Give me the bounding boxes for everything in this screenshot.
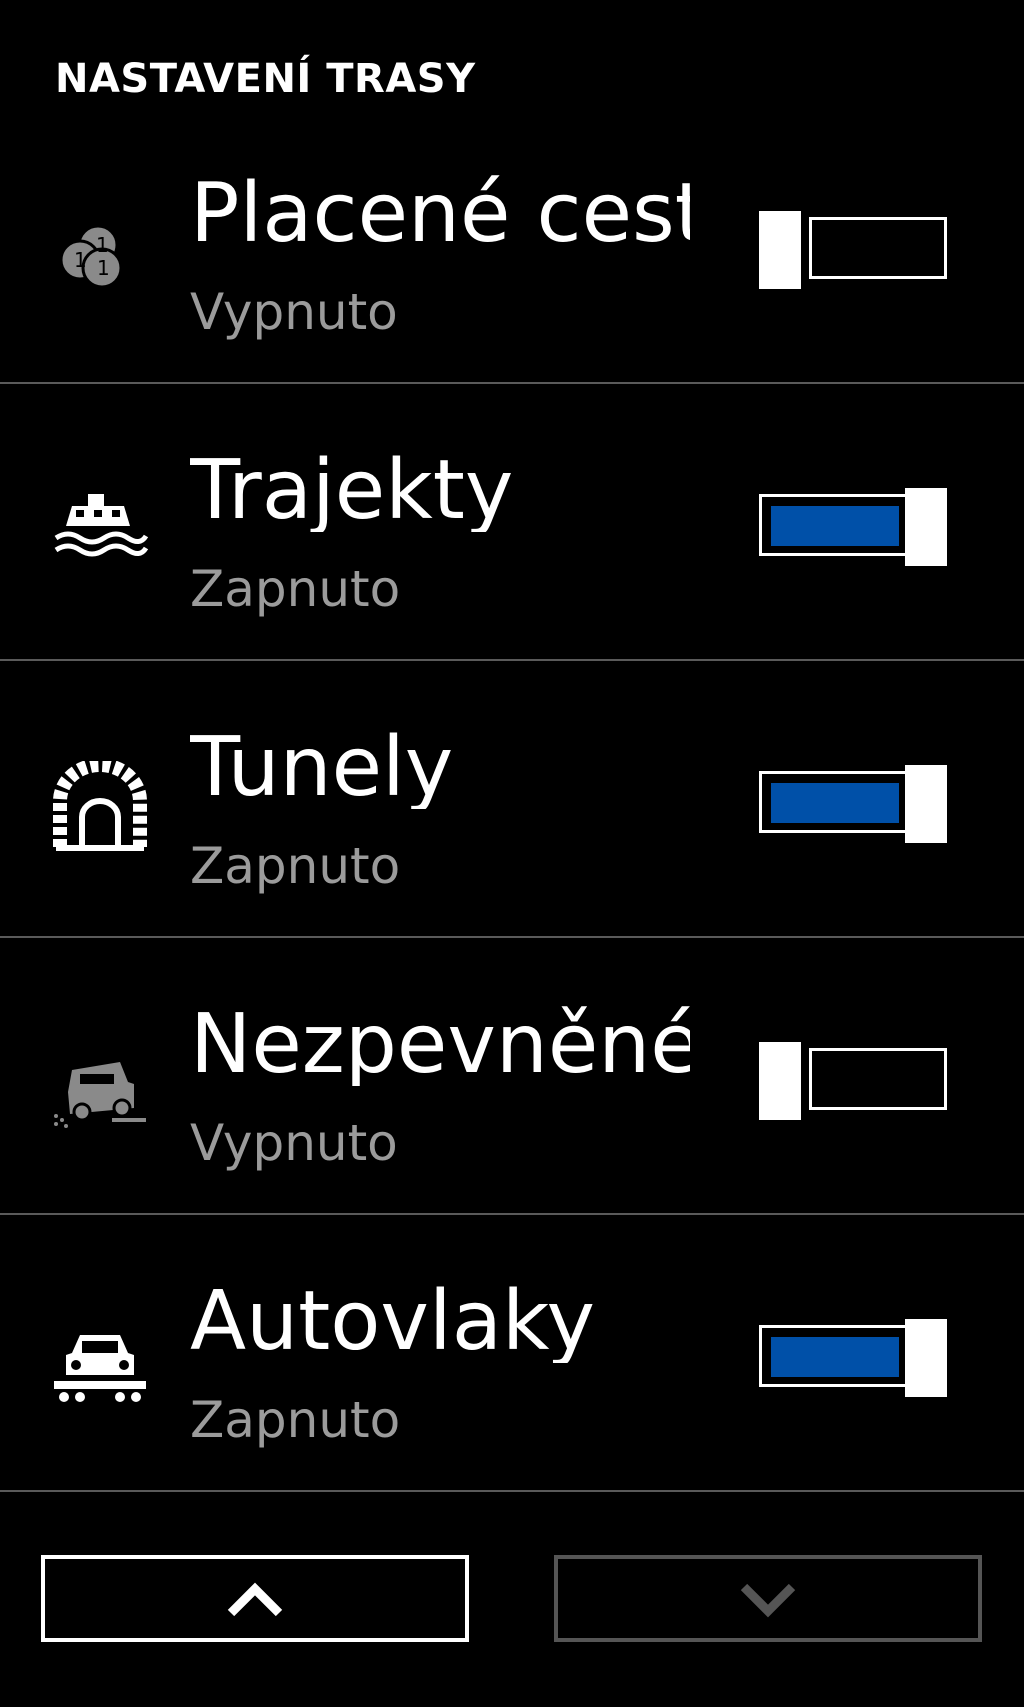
toggle-thumb[interactable] — [905, 1319, 947, 1397]
setting-title: Autovlaky — [190, 1281, 596, 1363]
setting-title: Nezpevněné — [190, 1004, 690, 1086]
svg-text:1: 1 — [74, 248, 87, 272]
toggle-thumb[interactable] — [759, 1042, 801, 1120]
toggle-thumb[interactable] — [905, 765, 947, 843]
setting-status: Zapnuto — [190, 1391, 401, 1449]
tunnel-icon — [50, 761, 150, 861]
toggle-thumb[interactable] — [759, 211, 801, 289]
unpaved-toggle[interactable] — [759, 1042, 949, 1120]
setting-title: Trajekty — [190, 450, 514, 532]
setting-status: Zapnuto — [190, 560, 401, 618]
toggle-track — [809, 1048, 947, 1110]
setting-row-toll-roads[interactable]: 1 1 1 Placené cesty Vypnuto — [0, 107, 1024, 384]
toggle-fill — [771, 506, 899, 546]
scroll-up-button[interactable] — [41, 1555, 469, 1642]
tunnels-toggle[interactable] — [759, 765, 949, 843]
setting-title: Tunely — [190, 727, 454, 809]
coins-icon: 1 1 1 — [50, 213, 150, 313]
ferries-toggle[interactable] — [759, 488, 949, 566]
toggle-fill — [771, 1337, 899, 1377]
setting-title: Placené cesty — [190, 173, 690, 255]
setting-status: Vypnuto — [190, 1114, 398, 1172]
svg-text:1: 1 — [96, 233, 109, 257]
svg-text:1: 1 — [97, 256, 110, 280]
toggle-thumb[interactable] — [905, 488, 947, 566]
setting-row-ferries[interactable]: Trajekty Zapnuto — [0, 384, 1024, 661]
car-train-icon — [50, 1319, 150, 1419]
setting-row-unpaved[interactable]: Nezpevněné Vypnuto — [0, 938, 1024, 1215]
setting-row-car-trains[interactable]: Autovlaky Zapnuto — [0, 1215, 1024, 1492]
toll-roads-toggle[interactable] — [759, 211, 949, 289]
unpaved-road-icon — [50, 1042, 150, 1142]
page-title: NASTAVENÍ TRASY — [55, 56, 476, 102]
chevron-up-icon — [227, 1582, 283, 1616]
car-trains-toggle[interactable] — [759, 1319, 949, 1397]
setting-row-tunnels[interactable]: Tunely Zapnuto — [0, 661, 1024, 938]
setting-status: Zapnuto — [190, 837, 401, 895]
setting-status: Vypnuto — [190, 283, 398, 341]
ferry-icon — [50, 486, 150, 586]
chevron-down-icon — [740, 1583, 796, 1617]
toggle-fill — [771, 783, 899, 823]
toggle-track — [809, 217, 947, 279]
scroll-down-button[interactable] — [554, 1555, 982, 1642]
